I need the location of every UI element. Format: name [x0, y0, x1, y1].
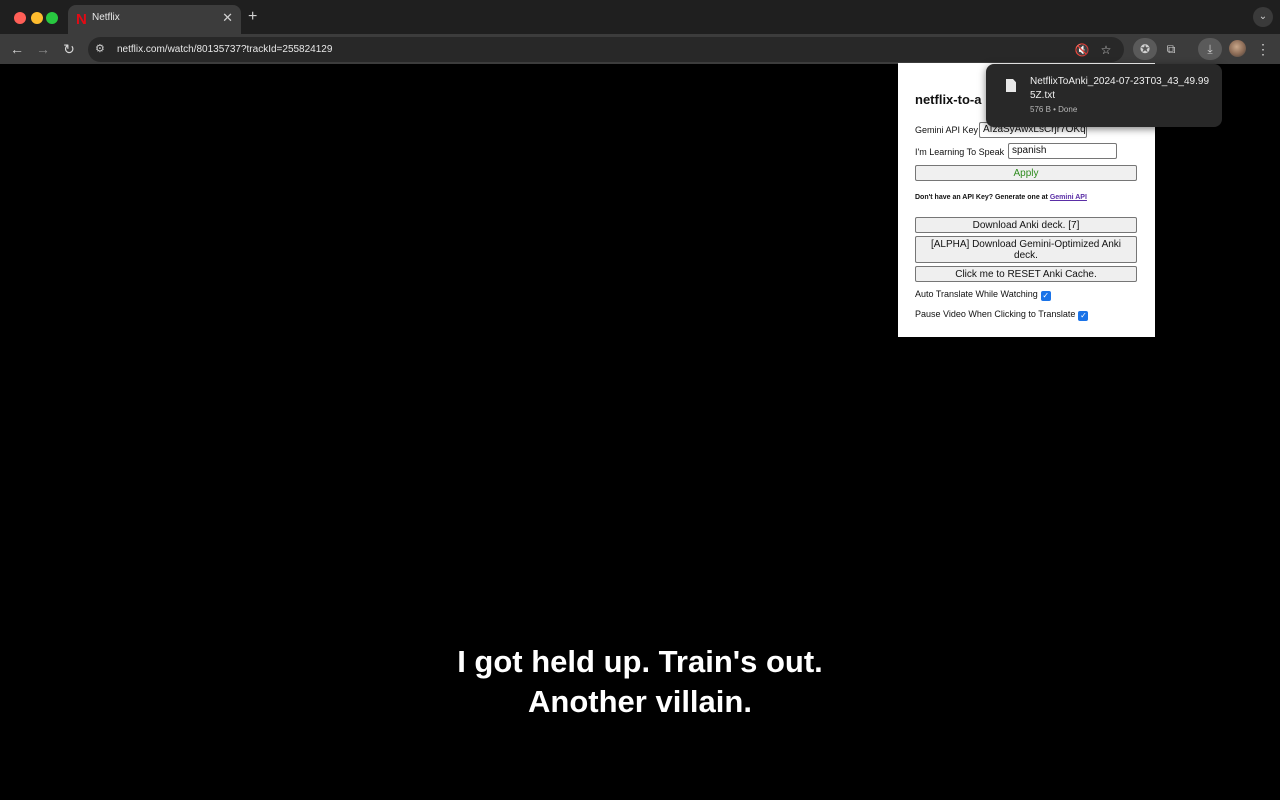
new-tab-button[interactable]: +: [248, 8, 257, 26]
gemini-api-link[interactable]: Gemini API: [1050, 194, 1087, 201]
tab-search-chevron-icon[interactable]: ⌄: [1253, 7, 1273, 27]
popup-title: netflix-to-a: [915, 92, 982, 107]
minimize-window-button[interactable]: [31, 12, 43, 24]
download-anki-deck-button[interactable]: Download Anki deck. [7]: [915, 217, 1137, 233]
auto-translate-checkbox[interactable]: ✓: [1040, 291, 1051, 301]
netflix-icon: N: [76, 11, 87, 28]
download-status: 576 B • Done: [1030, 105, 1078, 114]
download-gemini-deck-button[interactable]: [ALPHA] Download Gemini-Optimized Anki d…: [915, 236, 1137, 263]
extensions-puzzle-icon[interactable]: ⧉: [1159, 38, 1183, 60]
profile-avatar[interactable]: [1229, 40, 1246, 57]
auto-translate-row: Auto Translate While Watching ✓: [915, 289, 1051, 301]
site-info-icon[interactable]: ⚙: [95, 42, 109, 56]
reset-anki-cache-button[interactable]: Click me to RESET Anki Cache.: [915, 266, 1137, 282]
pause-video-checkbox[interactable]: ✓: [1078, 311, 1089, 321]
subtitle-line-2: Another villain.: [528, 684, 752, 719]
file-icon: [1006, 79, 1016, 92]
api-key-note: Don't have an API Key? Generate one at G…: [915, 194, 1087, 201]
back-arrow-icon[interactable]: ←: [6, 39, 28, 59]
browser-menu-icon[interactable]: ⋮: [1256, 39, 1270, 59]
downloads-bubble: NetflixToAnki_2024-07-23T03_43_49.995Z.t…: [986, 64, 1222, 127]
downloads-icon[interactable]: ⤓: [1198, 38, 1222, 60]
language-label: I'm Learning To Speak: [915, 147, 1005, 157]
close-tab-icon[interactable]: ✕: [222, 10, 233, 26]
address-bar[interactable]: ⚙ netflix.com/watch/80135737?trackId=255…: [88, 37, 1124, 62]
pause-video-label: Pause Video When Clicking to Translate: [915, 309, 1076, 319]
muted-audio-icon[interactable]: 🔇: [1074, 42, 1090, 58]
api-key-label: Gemini API Key: [915, 125, 979, 135]
forward-arrow-icon[interactable]: →: [32, 39, 54, 59]
tab-title: Netflix: [92, 12, 120, 23]
download-file-name[interactable]: NetflixToAnki_2024-07-23T03_43_49.995Z.t…: [1030, 75, 1210, 103]
pause-video-row: Pause Video When Clicking to Translate ✓: [915, 309, 1089, 321]
api-key-note-text: Don't have an API Key? Generate one at: [915, 194, 1048, 201]
tab-netflix[interactable]: N Netflix ✕: [68, 5, 241, 34]
browser-toolbar: ← → ↻ ⚙ netflix.com/watch/80135737?track…: [0, 34, 1280, 64]
close-window-button[interactable]: [14, 12, 26, 24]
reload-icon[interactable]: ↻: [58, 39, 80, 59]
tab-strip: N Netflix ✕ + ⌄: [0, 0, 1280, 34]
maximize-window-button[interactable]: [46, 12, 58, 24]
subtitles: I got held up. Train's out. Another vill…: [0, 642, 1280, 722]
language-input[interactable]: spanish: [1008, 143, 1117, 159]
bookmark-star-icon[interactable]: ☆: [1098, 42, 1114, 58]
auto-translate-label: Auto Translate While Watching: [915, 289, 1038, 299]
subtitle-line-1: I got held up. Train's out.: [457, 644, 823, 679]
extension-active-icon[interactable]: ✪: [1133, 38, 1157, 60]
url-text[interactable]: netflix.com/watch/80135737?trackId=25582…: [117, 44, 332, 55]
apply-button[interactable]: Apply: [915, 165, 1137, 181]
